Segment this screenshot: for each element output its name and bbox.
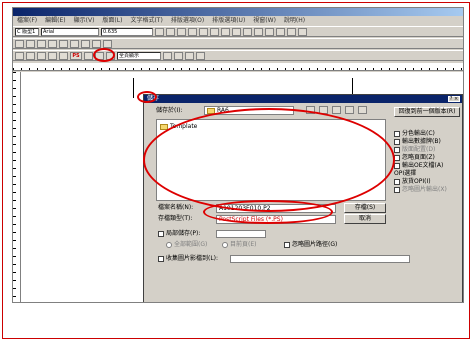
save-in-label: 儲存於(I):: [156, 107, 183, 114]
option-label-3: 版面配置(D): [402, 146, 436, 153]
align-left-icon[interactable]: [265, 27, 274, 36]
tool-icon-2[interactable]: [26, 39, 35, 48]
current-page-label: 目前頁(E): [230, 241, 257, 248]
format-toolbar: C 版型1 Arial 0.635: [13, 26, 463, 37]
horizontal-ruler: [13, 63, 463, 71]
option-checkbox-5[interactable]: [394, 163, 400, 169]
menu-edit[interactable]: 編輯(E): [45, 16, 65, 26]
menu-options-2[interactable]: 排版選項(U): [212, 16, 245, 26]
image-icon[interactable]: [196, 51, 205, 60]
title-highlight-ellipse: [137, 91, 157, 103]
option-checkbox-2[interactable]: [394, 139, 400, 145]
justify-icon[interactable]: [298, 27, 307, 36]
print-icon[interactable]: [48, 51, 57, 60]
italic-icon[interactable]: [166, 27, 175, 36]
opi-checkbox-1[interactable]: [394, 179, 400, 185]
details-view-icon[interactable]: [358, 106, 367, 114]
filename-label: 檔案名稱(N):: [158, 204, 194, 211]
shadow-icon[interactable]: [210, 27, 219, 36]
option-label-1: 分色輸出(C): [402, 130, 435, 137]
tool-icon-8[interactable]: [92, 39, 101, 48]
partial-save-label: 局部儲存(P):: [166, 230, 201, 237]
save-icon[interactable]: [37, 51, 46, 60]
open-file-icon[interactable]: [26, 51, 35, 60]
collect-path-input[interactable]: [230, 255, 410, 263]
screenshot-frame: 檔案(F) 編輯(E) 顯示(V) 版面(L) 文字格式(T) 排版選項(O) …: [2, 2, 470, 339]
help-close-icon[interactable]: ? ×: [448, 96, 460, 102]
app-title-bar: [13, 8, 463, 16]
grid-icon[interactable]: [163, 51, 172, 60]
dialog-title-bar: 儲存? ×: [144, 95, 462, 103]
collect-checkbox[interactable]: [158, 256, 164, 262]
size-select[interactable]: 0.635: [101, 27, 153, 36]
align-center-icon[interactable]: [276, 27, 285, 36]
secondary-toolbar: [13, 38, 463, 49]
menu-text-format[interactable]: 文字格式(T): [130, 16, 162, 26]
restore-version-button[interactable]: 回復到前一個版本(R): [394, 107, 460, 117]
tool-icon-6[interactable]: [70, 39, 79, 48]
ignore-path-label: 忽略圖片路徑(G): [292, 241, 338, 248]
all-range-radio[interactable]: [166, 242, 172, 248]
current-page-radio[interactable]: [222, 242, 228, 248]
cut-icon[interactable]: [84, 51, 93, 60]
ps-highlight-ellipse: [93, 48, 115, 62]
menu-file[interactable]: 檔案(F): [17, 16, 37, 26]
frame-icon[interactable]: [185, 51, 194, 60]
zoom-select[interactable]: 全頁顯示: [117, 51, 161, 60]
preview-icon[interactable]: [59, 51, 68, 60]
collect-label: 收集圖片影檔到(L):: [166, 255, 219, 262]
tool-icon-1[interactable]: [15, 39, 24, 48]
menu-options-1[interactable]: 排版選項(O): [171, 16, 204, 26]
tool-icon-7[interactable]: [81, 39, 90, 48]
option-label-2: 輸出數據牌(B): [402, 138, 441, 145]
standard-toolbar: PS 全頁顯示: [13, 50, 463, 61]
option-checkbox-1[interactable]: [394, 131, 400, 137]
underline-icon[interactable]: [177, 27, 186, 36]
align-right-icon[interactable]: [287, 27, 296, 36]
partial-save-input[interactable]: [216, 230, 266, 238]
partial-save-checkbox[interactable]: [158, 231, 164, 237]
tool-icon-3[interactable]: [37, 39, 46, 48]
opi-group-label: OPI選擇: [394, 170, 417, 177]
font-select[interactable]: Arial: [41, 27, 99, 36]
save-button[interactable]: 存檔(S): [344, 203, 386, 213]
vertical-ruler: [13, 72, 21, 302]
filetype-highlight-ellipse: [203, 200, 333, 224]
color-icon[interactable]: [254, 27, 263, 36]
tool-icon-9[interactable]: [103, 39, 112, 48]
new-folder-icon[interactable]: [332, 106, 341, 114]
application-window: 檔案(F) 編輯(E) 顯示(V) 版面(L) 文字格式(T) 排版選項(O) …: [12, 7, 464, 303]
cancel-button[interactable]: 取消: [344, 214, 386, 224]
superscript-icon[interactable]: [221, 27, 230, 36]
menu-view[interactable]: 顯示(V): [74, 16, 95, 26]
tool-icon-4[interactable]: [48, 39, 57, 48]
tool-icon-5[interactable]: [59, 39, 68, 48]
strike-icon[interactable]: [188, 27, 197, 36]
style-select[interactable]: C 版型1: [15, 27, 39, 36]
table-icon[interactable]: [174, 51, 183, 60]
opi-label-2: 忽略圖片輸出(X): [402, 186, 447, 193]
all-range-label: 全部範圍(G): [174, 241, 208, 248]
menu-layout[interactable]: 版面(L): [102, 16, 122, 26]
opi-label-1: 放貨OPI(I): [402, 178, 431, 185]
ignore-path-checkbox[interactable]: [284, 242, 290, 248]
menu-window[interactable]: 視窗(W): [253, 16, 276, 26]
subscript-icon[interactable]: [232, 27, 241, 36]
bold-icon[interactable]: [155, 27, 164, 36]
option-label-5: 輸出OE文檔(A): [402, 162, 444, 169]
new-file-icon[interactable]: [15, 51, 24, 60]
option-checkbox-3[interactable]: [394, 147, 400, 153]
filelist-highlight-ellipse: [143, 108, 395, 212]
option-label-4: 忽略頁面(Z): [402, 154, 435, 161]
outline-icon[interactable]: [199, 27, 208, 36]
postscript-button[interactable]: PS: [70, 51, 82, 60]
menu-bar: 檔案(F) 編輯(E) 顯示(V) 版面(L) 文字格式(T) 排版選項(O) …: [13, 16, 463, 26]
list-view-icon[interactable]: [345, 106, 354, 114]
opi-checkbox-2[interactable]: [394, 187, 400, 193]
uppercase-icon[interactable]: [243, 27, 252, 36]
menu-help[interactable]: 說明(H): [284, 16, 305, 26]
filetype-label: 存檔類型(T):: [158, 215, 193, 222]
